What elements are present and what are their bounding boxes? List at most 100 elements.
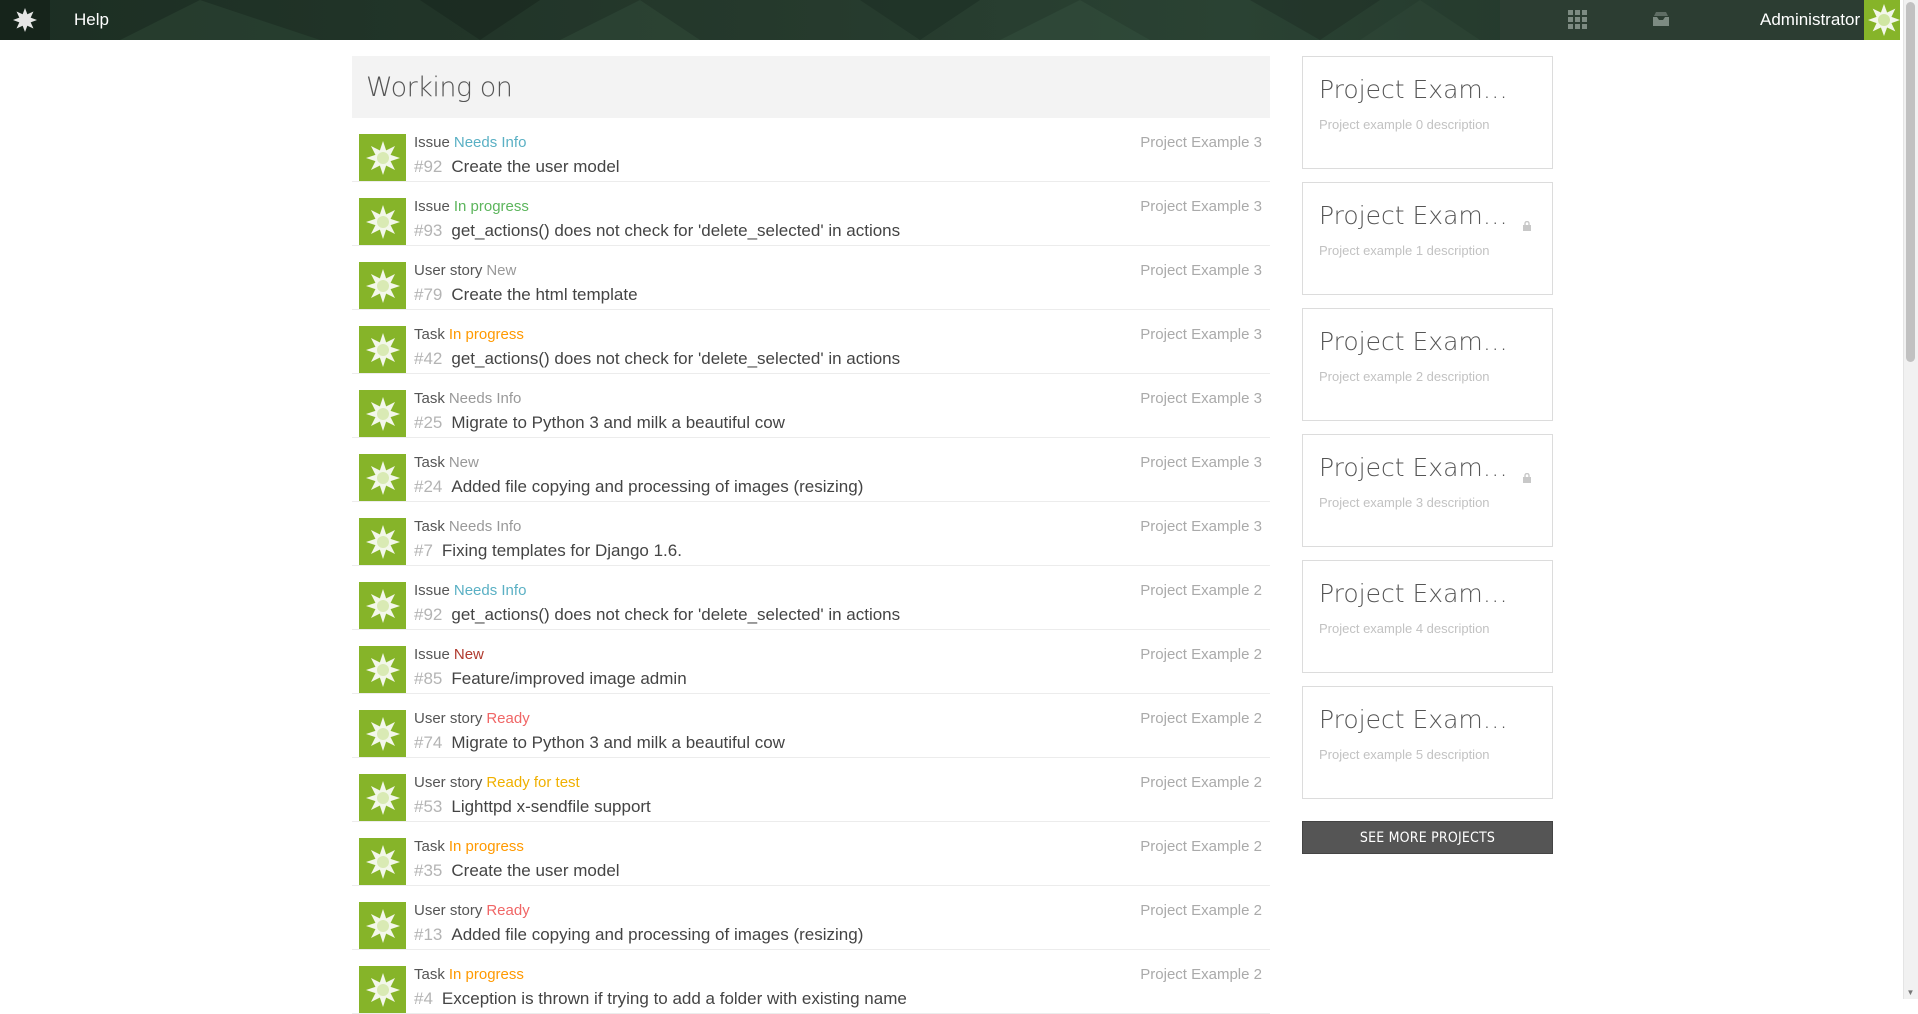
assignee-avatar[interactable] <box>359 518 406 565</box>
item-project[interactable]: Project Example 2 <box>1140 774 1262 791</box>
item-subject[interactable]: get_actions() does not check for 'delete… <box>451 221 900 240</box>
assignee-avatar[interactable] <box>359 966 406 1013</box>
item-title-line[interactable]: #53 Lighttpd x-sendfile support <box>414 797 651 817</box>
item-title-line[interactable]: #42 get_actions() does not check for 'del… <box>414 349 900 369</box>
item-subject[interactable]: Create the user model <box>451 157 619 176</box>
item-project[interactable]: Project Example 3 <box>1140 518 1262 535</box>
item-title-line[interactable]: #25 Migrate to Python 3 and milk a beauti… <box>414 413 785 433</box>
assignee-avatar[interactable] <box>359 198 406 245</box>
working-on-item[interactable]: Issue In progress Project Example 3 #93 get_… <box>352 182 1270 246</box>
item-project[interactable]: Project Example 2 <box>1140 902 1262 919</box>
item-project[interactable]: Project Example 3 <box>1140 134 1262 151</box>
assignee-avatar[interactable] <box>359 390 406 437</box>
item-subject[interactable]: get_actions() does not check for 'delete… <box>451 349 900 368</box>
item-subject[interactable]: Create the user model <box>451 861 619 880</box>
working-on-item[interactable]: User story Ready Project Example 2 #13 Added… <box>352 886 1270 950</box>
item-title-line[interactable]: #79 Create the html template <box>414 285 638 305</box>
project-card[interactable]: Project Exampl... Project example 2 descr… <box>1302 308 1553 421</box>
item-project[interactable]: Project Example 3 <box>1140 262 1262 279</box>
item-ref[interactable]: #25 <box>414 413 442 432</box>
working-on-item[interactable]: Issue New Project Example 2 #85 Feature/impr… <box>352 630 1270 694</box>
item-ref[interactable]: #24 <box>414 477 442 496</box>
item-title-line[interactable]: #92 get_actions() does not check for 'del… <box>414 605 900 625</box>
item-ref[interactable]: #92 <box>414 605 442 624</box>
item-ref[interactable]: #79 <box>414 285 442 304</box>
project-name[interactable]: Project Exampl... <box>1319 705 1519 734</box>
working-on-item[interactable]: Task In progress Project Example 2 #4 Except… <box>352 950 1270 1014</box>
item-ref[interactable]: #85 <box>414 669 442 688</box>
item-subject[interactable]: Feature/improved image admin <box>451 669 686 688</box>
working-on-item[interactable]: User story Ready for test Project Example … <box>352 758 1270 822</box>
item-subject[interactable]: get_actions() does not check for 'delete… <box>451 605 900 624</box>
item-subject[interactable]: Lighttpd x-sendfile support <box>451 797 650 816</box>
project-card[interactable]: Project Exampl... Project example 3 descr… <box>1302 434 1553 547</box>
item-ref[interactable]: #35 <box>414 861 442 880</box>
item-ref[interactable]: #42 <box>414 349 442 368</box>
nav-username[interactable]: Administrator <box>1760 0 1860 40</box>
item-title-line[interactable]: #85 Feature/improved image admin <box>414 669 687 689</box>
assignee-avatar[interactable] <box>359 326 406 373</box>
project-card[interactable]: Project Exampl... Project example 1 descr… <box>1302 182 1553 295</box>
item-title-line[interactable]: #35 Create the user model <box>414 861 620 881</box>
user-avatar[interactable] <box>1864 0 1900 40</box>
item-title-line[interactable]: #93 get_actions() does not check for 'del… <box>414 221 900 241</box>
working-on-item[interactable]: Task New Project Example 3 #24 Added file co… <box>352 438 1270 502</box>
assignee-avatar[interactable] <box>359 902 406 949</box>
item-project[interactable]: Project Example 2 <box>1140 710 1262 727</box>
assignee-avatar[interactable] <box>359 774 406 821</box>
working-on-item[interactable]: Issue Needs Info Project Example 3 #92 Creat… <box>352 118 1270 182</box>
scrollbar-thumb[interactable] <box>1906 2 1915 362</box>
item-subject[interactable]: Added file copying and processing of ima… <box>451 477 863 496</box>
item-project[interactable]: Project Example 2 <box>1140 646 1262 663</box>
item-subject[interactable]: Migrate to Python 3 and milk a beautiful… <box>451 733 785 752</box>
nav-help-link[interactable]: Help <box>74 0 109 40</box>
working-on-item[interactable]: Task In progress Project Example 3 #42 get_a… <box>352 310 1270 374</box>
assignee-avatar[interactable] <box>359 582 406 629</box>
assignee-avatar[interactable] <box>359 134 406 181</box>
item-ref[interactable]: #93 <box>414 221 442 240</box>
taiga-logo-icon[interactable] <box>0 0 50 40</box>
item-ref[interactable]: #92 <box>414 157 442 176</box>
inbox-icon[interactable] <box>1651 11 1671 32</box>
project-name[interactable]: Project Exampl... <box>1319 201 1519 230</box>
item-title-line[interactable]: #7 Fixing templates for Django 1.6. <box>414 541 682 561</box>
apps-grid-icon[interactable] <box>1568 10 1588 35</box>
working-on-item[interactable]: Issue Needs Info Project Example 2 #92 get_a… <box>352 566 1270 630</box>
working-on-item[interactable]: Task Needs Info Project Example 3 #7 Fixing … <box>352 502 1270 566</box>
item-subject[interactable]: Create the html template <box>451 285 637 304</box>
item-title-line[interactable]: #74 Migrate to Python 3 and milk a beauti… <box>414 733 785 753</box>
assignee-avatar[interactable] <box>359 838 406 885</box>
item-ref[interactable]: #7 <box>414 541 433 560</box>
item-subject[interactable]: Migrate to Python 3 and milk a beautiful… <box>451 413 785 432</box>
item-subject[interactable]: Added file copying and processing of ima… <box>451 925 863 944</box>
scroll-down-arrow-icon[interactable]: ▼ <box>1906 988 1915 998</box>
project-name[interactable]: Project Exampl... <box>1319 579 1519 608</box>
project-card[interactable]: Project Exampl... Project example 5 descr… <box>1302 686 1553 799</box>
assignee-avatar[interactable] <box>359 262 406 309</box>
item-ref[interactable]: #74 <box>414 733 442 752</box>
item-title-line[interactable]: #13 Added file copying and processing of … <box>414 925 863 945</box>
item-project[interactable]: Project Example 2 <box>1140 966 1262 983</box>
item-project[interactable]: Project Example 3 <box>1140 326 1262 343</box>
item-subject[interactable]: Fixing templates for Django 1.6. <box>442 541 682 560</box>
item-title-line[interactable]: #24 Added file copying and processing of … <box>414 477 863 497</box>
item-project[interactable]: Project Example 2 <box>1140 838 1262 855</box>
item-project[interactable]: Project Example 2 <box>1140 582 1262 599</box>
working-on-item[interactable]: Task In progress Project Example 2 #35 Creat… <box>352 822 1270 886</box>
project-name[interactable]: Project Exampl... <box>1319 75 1519 104</box>
project-card[interactable]: Project Exampl... Project example 4 descr… <box>1302 560 1553 673</box>
item-ref[interactable]: #53 <box>414 797 442 816</box>
working-on-item[interactable]: Task Needs Info Project Example 3 #25 Migrat… <box>352 374 1270 438</box>
project-card[interactable]: Project Exampl... Project example 0 descr… <box>1302 56 1553 169</box>
item-ref[interactable]: #13 <box>414 925 442 944</box>
assignee-avatar[interactable] <box>359 710 406 757</box>
working-on-item[interactable]: User story Ready Project Example 2 #74 Migra… <box>352 694 1270 758</box>
assignee-avatar[interactable] <box>359 454 406 501</box>
project-name[interactable]: Project Exampl... <box>1319 453 1519 482</box>
item-project[interactable]: Project Example 3 <box>1140 198 1262 215</box>
item-title-line[interactable]: #92 Create the user model <box>414 157 620 177</box>
see-more-projects-button[interactable]: SEE MORE PROJECTS <box>1302 821 1553 854</box>
project-name[interactable]: Project Exampl... <box>1319 327 1519 356</box>
item-project[interactable]: Project Example 3 <box>1140 454 1262 471</box>
item-title-line[interactable]: #4 Exception is thrown if trying to add a… <box>414 989 907 1009</box>
